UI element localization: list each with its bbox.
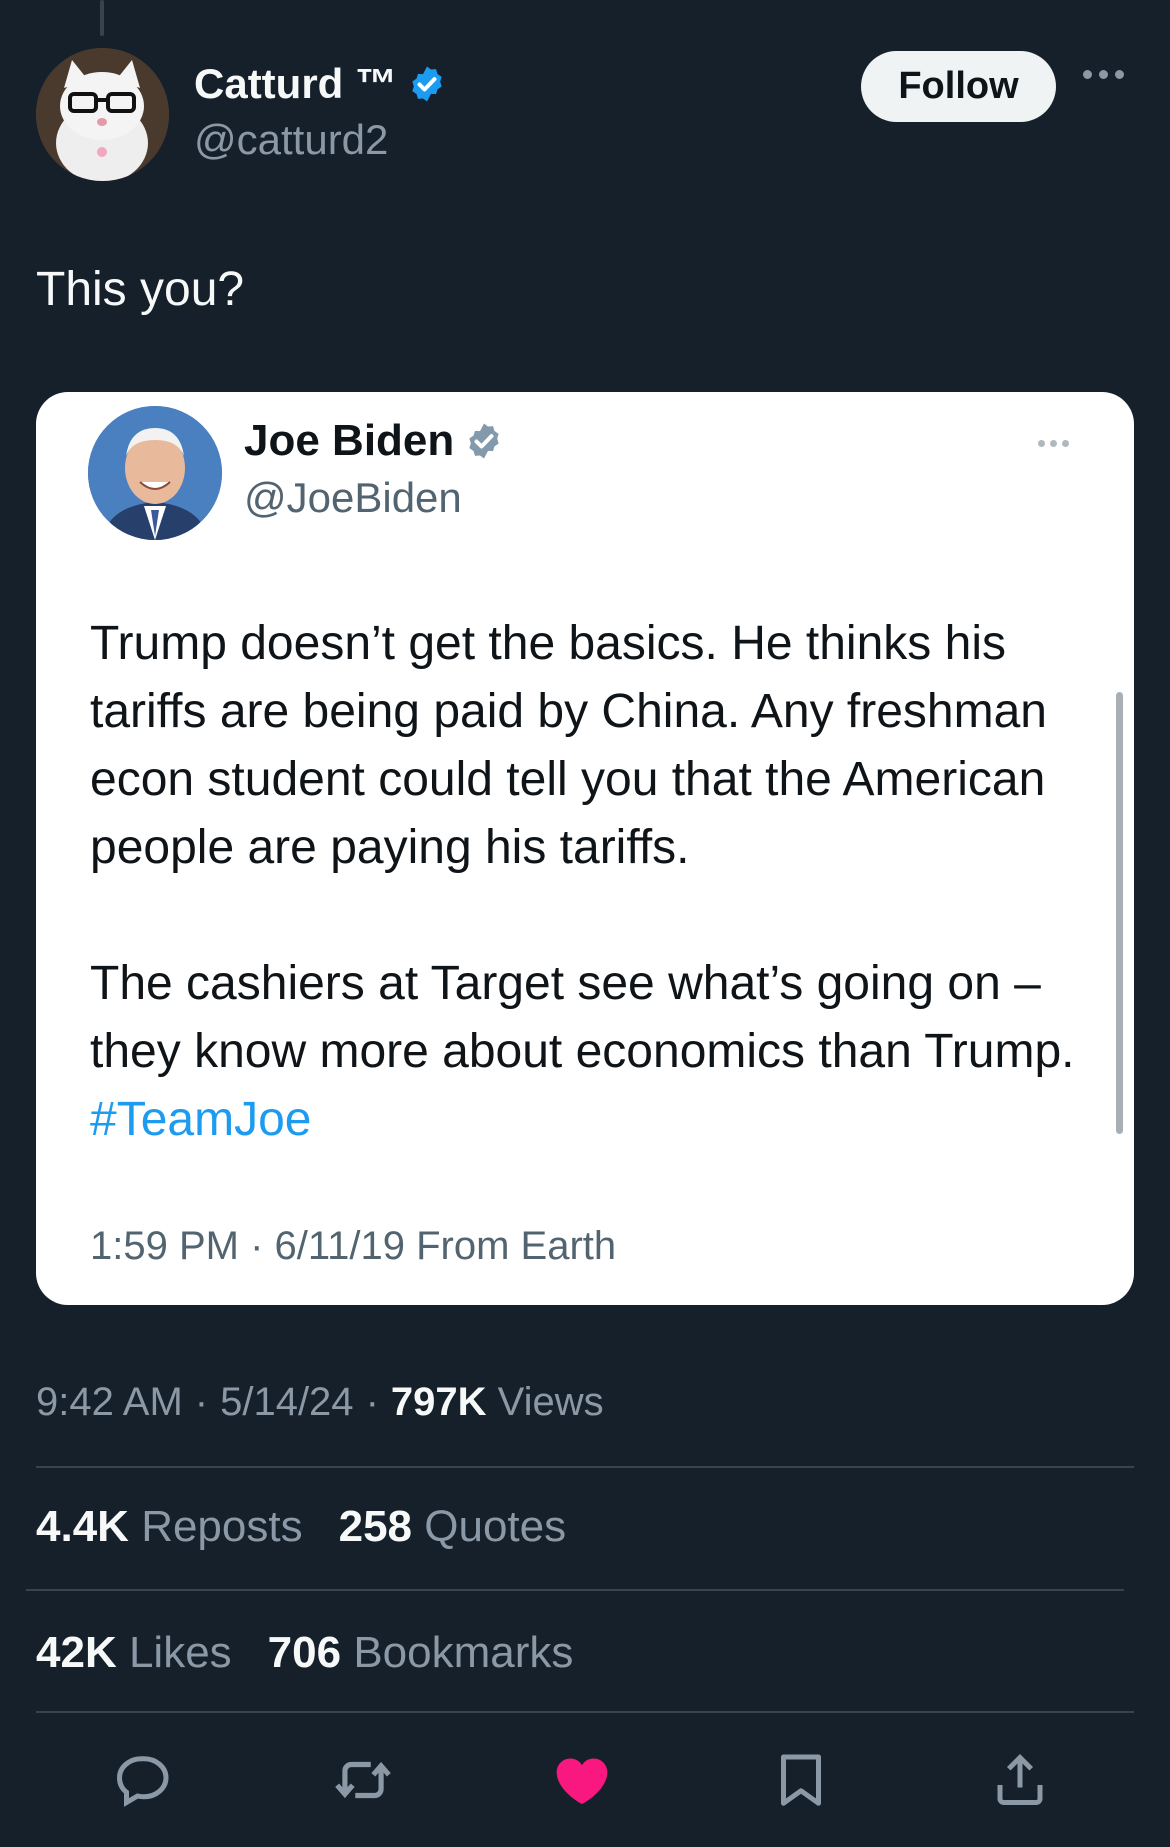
quotes-count: 258 <box>338 1502 413 1551</box>
tweet-time[interactable]: 9:42 AM <box>36 1380 183 1425</box>
bookmark-button[interactable] <box>766 1745 836 1815</box>
quoted-name-row[interactable]: Joe Biden <box>244 416 504 466</box>
follow-button[interactable]: Follow <box>861 51 1056 122</box>
scrollbar[interactable] <box>1116 692 1123 1134</box>
quoted-tweet-body: Trump doesn’t get the basics. He thinks … <box>90 610 1110 1154</box>
bookmark-icon <box>781 1754 821 1806</box>
likes-count: 42K <box>36 1628 117 1677</box>
views-label: Views <box>497 1380 604 1424</box>
like-icon <box>556 1758 608 1805</box>
share-button[interactable] <box>985 1745 1055 1815</box>
meta-separator: · <box>365 1380 379 1424</box>
quoted-paragraph-2-text: The cashiers at Target see what’s going … <box>90 957 1075 1078</box>
avatar[interactable] <box>36 48 169 181</box>
thread-line <box>100 0 104 36</box>
divider <box>36 1711 1134 1713</box>
quoted-handle[interactable]: @JoeBiden <box>244 474 462 522</box>
bookmarks-label: Bookmarks <box>353 1628 574 1677</box>
action-bar <box>0 1745 1170 1815</box>
reposts-stat[interactable]: 4.4K Reposts <box>36 1502 303 1552</box>
quotes-label: Quotes <box>424 1502 567 1551</box>
bookmarks-stat[interactable]: 706 Bookmarks <box>268 1628 574 1678</box>
share-icon <box>997 1753 1043 1805</box>
stats-row-reposts: 4.4K Reposts 258 Quotes <box>36 1502 566 1552</box>
verified-badge-icon <box>469 423 499 459</box>
likes-label: Likes <box>128 1628 232 1677</box>
repost-button[interactable] <box>328 1745 398 1815</box>
bookmarks-count: 706 <box>267 1628 342 1677</box>
quoted-paragraph-1: Trump doesn’t get the basics. He thinks … <box>90 617 1047 874</box>
hashtag-link[interactable]: #TeamJoe <box>90 1093 311 1146</box>
tweet-date[interactable]: 5/14/24 <box>220 1380 353 1425</box>
verified-badge-icon <box>412 66 442 102</box>
quoted-tweet-card[interactable]: Joe Biden @JoeBiden Trump doesn’t get th… <box>36 392 1134 1305</box>
like-button[interactable] <box>547 1745 617 1815</box>
author-display-name[interactable]: Catturd ™ <box>194 60 397 108</box>
reply-icon <box>116 1756 169 1807</box>
quoted-meta: 1:59 PM · 6/11/19 From Earth <box>90 1224 617 1268</box>
man-avatar-icon <box>88 406 222 540</box>
author-handle[interactable]: @catturd2 <box>194 116 388 164</box>
reposts-label: Reposts <box>141 1502 303 1551</box>
repost-icon <box>335 1761 391 1799</box>
cat-avatar-icon <box>36 48 169 181</box>
tweet-text: This you? <box>36 263 245 316</box>
divider <box>26 1589 1124 1591</box>
quoted-display-name[interactable]: Joe Biden <box>244 416 454 466</box>
likes-stat[interactable]: 42K Likes <box>36 1628 232 1678</box>
views-count: 797K <box>390 1380 487 1424</box>
quotes-stat[interactable]: 258 Quotes <box>339 1502 567 1552</box>
quoted-avatar[interactable] <box>88 406 222 540</box>
divider <box>36 1466 1134 1468</box>
stats-row-likes: 42K Likes 706 Bookmarks <box>36 1628 573 1678</box>
quoted-paragraph-2: The cashiers at Target see what’s going … <box>90 950 1110 1154</box>
more-options-icon[interactable] <box>1083 70 1124 79</box>
meta-separator: · <box>194 1380 209 1424</box>
author-name-row[interactable]: Catturd ™ <box>194 60 447 108</box>
reply-button[interactable] <box>109 1745 179 1815</box>
tweet-meta: 9:42 AM · 5/14/24 · 797K Views <box>36 1380 604 1425</box>
quoted-more-icon[interactable] <box>1038 440 1069 447</box>
reposts-count: 4.4K <box>36 1502 129 1551</box>
